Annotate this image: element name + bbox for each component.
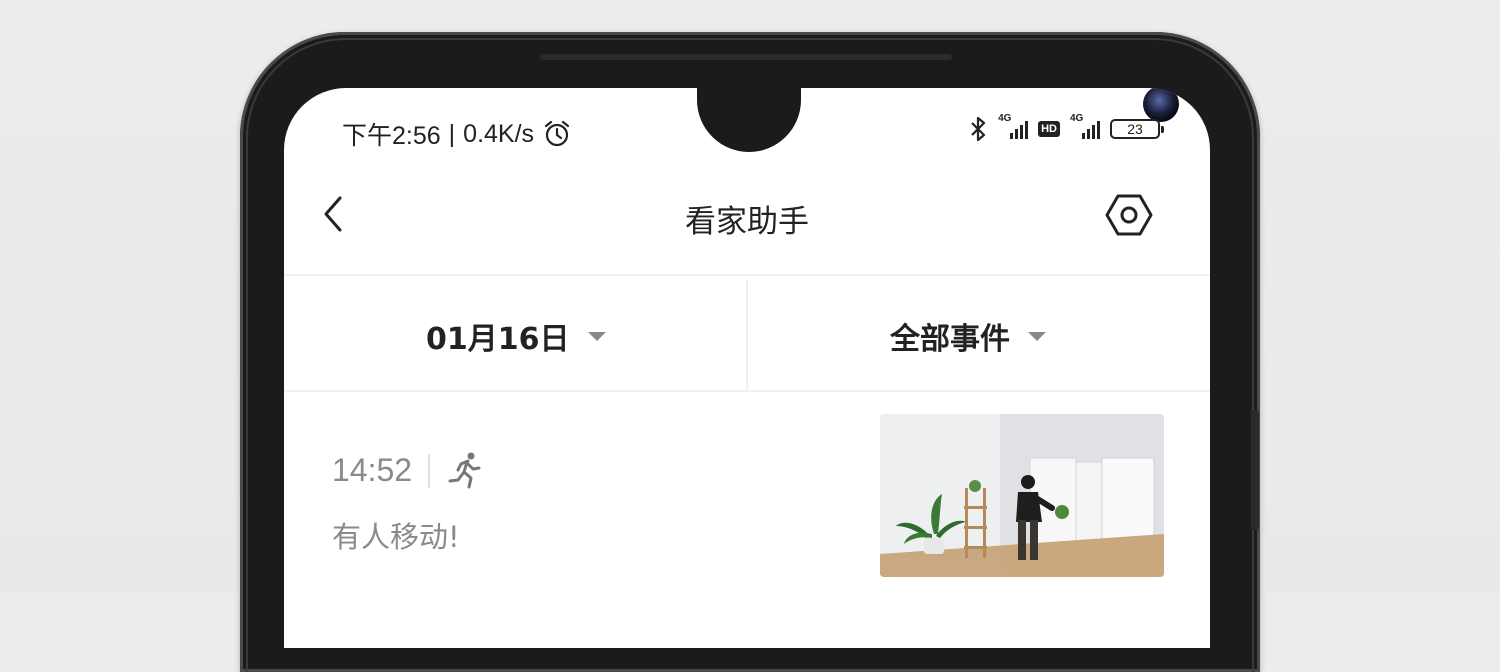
status-bar-left: 下午2:56 | 0.4K/s (342, 116, 572, 152)
battery-icon: 23 (1110, 119, 1164, 139)
page-title: 看家助手 (685, 204, 809, 240)
notch (697, 88, 1179, 152)
event-type-filter[interactable]: 全部事件 (890, 314, 1046, 358)
chevron-down-icon (1028, 331, 1046, 341)
event-thumbnail[interactable] (880, 414, 1164, 577)
bluetooth-icon (971, 116, 986, 142)
signal-icon-2: 4G (1070, 113, 1100, 139)
event-type-filter-label: 全部事件 (890, 322, 1010, 357)
phone-side-button (1251, 410, 1259, 530)
status-time: 下午2:56 (342, 122, 441, 150)
sim2-label: 4G (1070, 113, 1084, 124)
header-divider (284, 274, 1210, 276)
status-separator: | (448, 119, 456, 148)
event-time: 14:52 (332, 452, 413, 488)
phone-screen: 下午2:56 | 0.4K/s 4G HD 4G 23 看家助手 01月16日 … (284, 88, 1210, 648)
date-filter-label: 01月16日 (426, 322, 570, 357)
chevron-down-icon (587, 331, 606, 341)
signal-icon: 4G (998, 113, 1029, 139)
alarm-icon (544, 120, 570, 147)
filter-bottom-divider (284, 390, 1210, 392)
event-description: 有人移动! (332, 520, 460, 554)
status-bar-right: 4G HD 4G 23 (968, 113, 1164, 142)
running-person-icon (448, 452, 481, 489)
phone-speaker (540, 54, 952, 60)
status-net-speed: 0.4K/s (463, 119, 535, 148)
event-separator (428, 454, 430, 488)
sim1-label: 4G (998, 113, 1012, 124)
hd-icon: HD (1038, 121, 1060, 137)
filter-divider (746, 280, 748, 390)
settings-icon[interactable] (1104, 190, 1154, 240)
date-filter[interactable]: 01月16日 (426, 314, 606, 358)
